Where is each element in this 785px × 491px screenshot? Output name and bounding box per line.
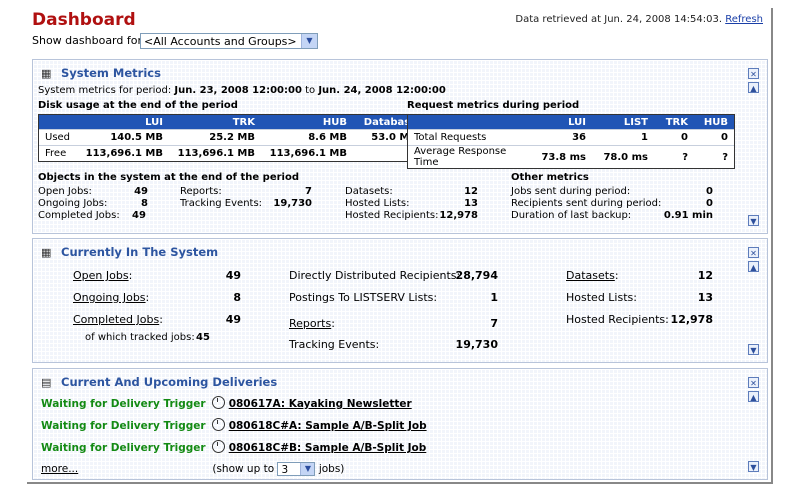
table-header-row: LUI TRK HUB Database xyxy=(39,115,423,130)
delivery-row: Waiting for Delivery Trigger 080617A: Ka… xyxy=(41,396,412,410)
collapse-icon[interactable]: ▲ xyxy=(748,391,759,402)
column-header: LIST xyxy=(592,115,654,130)
column-header: TRK xyxy=(169,115,261,130)
row-label: Total Requests xyxy=(408,129,530,146)
objects-heading: Objects in the system at the end of the … xyxy=(38,172,299,183)
row-label: Free xyxy=(39,145,77,161)
show-dashboard-label: Show dashboard for: xyxy=(32,34,146,47)
deliveries-footer: more... (show up to 3 ▼ jobs) xyxy=(41,462,345,476)
column-header: HUB xyxy=(694,115,734,130)
table-row: Total Requests 36 1 0 0 xyxy=(408,129,734,146)
table-cell: 113,696.1 MB xyxy=(261,145,353,161)
table-cell: ? xyxy=(654,145,694,168)
delivery-row: Waiting for Delivery Trigger 080618C#A: … xyxy=(41,418,427,432)
expand-icon[interactable]: ▼ xyxy=(748,461,759,472)
disk-usage-table: LUI TRK HUB Database Used 140.5 MB 25.2 MB 8.6 … xyxy=(38,114,424,162)
panel-icon: ▦ xyxy=(41,246,52,259)
table-cell: 140.5 MB xyxy=(77,129,169,146)
page-title: Dashboard xyxy=(32,10,136,30)
deliveries-title: ▤ Current And Upcoming Deliveries xyxy=(41,375,278,389)
table-cell: 113,696.1 MB xyxy=(169,145,261,161)
delivery-job-link[interactable]: 080617A: Kayaking Newsletter xyxy=(229,398,412,410)
clock-icon xyxy=(212,440,226,453)
show-up-to-select[interactable]: 3 ▼ xyxy=(277,462,316,476)
column-header xyxy=(408,115,530,130)
collapse-icon[interactable]: ▲ xyxy=(748,82,759,93)
row-label: Used xyxy=(39,129,77,146)
dashboard-frame: Dashboard Data retrieved at Jun. 24, 200… xyxy=(27,8,773,484)
column-header: TRK xyxy=(654,115,694,130)
column-header: HUB xyxy=(261,115,353,130)
retrieved-timestamp: Data retrieved at Jun. 24, 2008 14:54:03… xyxy=(515,14,763,25)
request-metrics-heading: Request metrics during period xyxy=(407,100,580,111)
table-cell: ? xyxy=(694,145,734,168)
table-cell: 36 xyxy=(530,129,592,146)
row-label: Average Response Time xyxy=(408,145,530,168)
period-line: System metrics for period: Jun. 23, 2008… xyxy=(38,85,446,96)
datasets-link[interactable]: Datasets xyxy=(566,269,615,282)
table-cell: 73.8 ms xyxy=(530,145,592,168)
disk-usage-heading: Disk usage at the end of the period xyxy=(38,100,238,111)
chevron-down-icon: ▼ xyxy=(300,463,315,475)
reports-link[interactable]: Reports xyxy=(289,317,331,330)
table-row: Used 140.5 MB 25.2 MB 8.6 MB 53.0 MB xyxy=(39,129,423,146)
column-header: LUI xyxy=(530,115,592,130)
table-cell: 113,696.1 MB xyxy=(77,145,169,161)
table-cell: 25.2 MB xyxy=(169,129,261,146)
collapse-icon[interactable]: ▲ xyxy=(748,261,759,272)
delivery-job-link[interactable]: 080618C#B: Sample A/B-Split Job xyxy=(229,442,427,454)
table-row: Average Response Time 73.8 ms 78.0 ms?? xyxy=(408,145,734,168)
table-cell: 8.6 MB xyxy=(261,129,353,146)
open-jobs-link[interactable]: Open Jobs xyxy=(73,269,129,282)
clock-icon xyxy=(212,396,226,409)
refresh-link[interactable]: Refresh xyxy=(725,14,763,25)
currently-in-system-title: ▦ Currently In The System xyxy=(41,245,219,259)
table-row: Free 113,696.1 MB 113,696.1 MB 113,696.1 MB xyxy=(39,145,423,161)
retrieved-text: Data retrieved at Jun. 24, 2008 14:54:03… xyxy=(515,14,723,25)
column-header: LUI xyxy=(77,115,169,130)
deliveries-panel: ▤ Current And Upcoming Deliveries ✕ ▲ ▼ W… xyxy=(32,368,768,480)
delivery-status: Waiting for Delivery Trigger xyxy=(41,442,206,454)
system-metrics-title: ▦ System Metrics xyxy=(41,66,161,80)
account-group-select[interactable]: <All Accounts and Groups> ▼ xyxy=(140,33,318,49)
currently-in-system-panel: ▦ Currently In The System ✕ ▲ ▼ Open Jobs… xyxy=(32,238,768,363)
table-cell: 0 xyxy=(694,129,734,146)
table-cell: 0 xyxy=(654,129,694,146)
chevron-down-icon: ▼ xyxy=(301,34,317,48)
panel-icon: ▦ xyxy=(41,67,52,80)
delivery-row: Waiting for Delivery Trigger 080618C#B: … xyxy=(41,440,426,454)
table-header-row: LUI LIST TRK HUB xyxy=(408,115,734,130)
table-cell: 1 xyxy=(592,129,654,146)
other-metrics-heading: Other metrics xyxy=(511,172,589,183)
close-icon[interactable]: ✕ xyxy=(748,247,759,258)
column-header xyxy=(39,115,77,130)
system-metrics-panel: ▦ System Metrics ✕ ▲ ▼ System metrics for… xyxy=(32,59,768,234)
clock-icon xyxy=(212,418,226,431)
account-group-select-value: <All Accounts and Groups> xyxy=(144,35,297,48)
printer-icon: ▤ xyxy=(41,376,52,389)
expand-icon[interactable]: ▼ xyxy=(748,215,759,226)
delivery-status: Waiting for Delivery Trigger xyxy=(41,398,206,410)
request-metrics-table: LUI LIST TRK HUB Total Requests 36 1 0 0 Average … xyxy=(407,114,735,169)
more-link[interactable]: more... xyxy=(41,463,209,475)
close-icon[interactable]: ✕ xyxy=(748,68,759,79)
close-icon[interactable]: ✕ xyxy=(748,377,759,388)
delivery-job-link[interactable]: 080618C#A: Sample A/B-Split Job xyxy=(229,420,427,432)
expand-icon[interactable]: ▼ xyxy=(748,344,759,355)
completed-jobs-link[interactable]: Completed Jobs xyxy=(73,313,159,326)
table-cell: 78.0 ms xyxy=(592,145,654,168)
delivery-status: Waiting for Delivery Trigger xyxy=(41,420,206,432)
ongoing-jobs-link[interactable]: Ongoing Jobs xyxy=(73,291,146,304)
